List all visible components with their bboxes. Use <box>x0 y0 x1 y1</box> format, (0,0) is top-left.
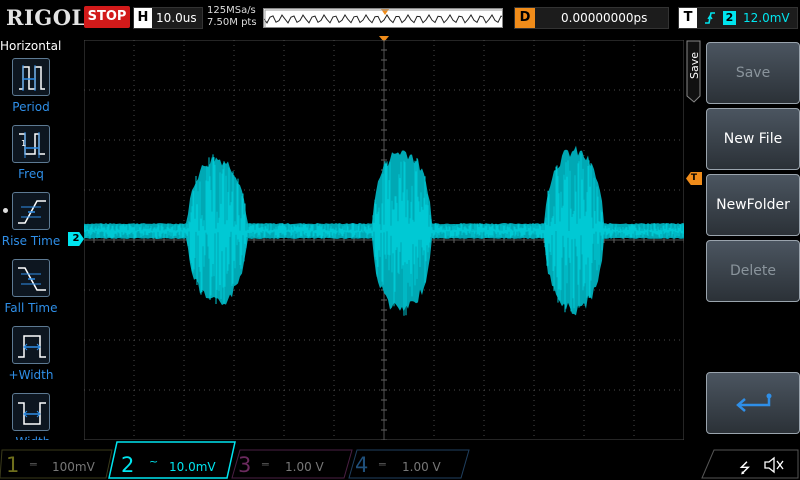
sound-muted-icon[interactable] <box>763 456 785 474</box>
rising-edge-icon <box>705 12 715 24</box>
rise-time-icon <box>12 192 50 230</box>
top-status-bar: RIGOL STOP H 10.0us 125MSa/s 7.50M pts D… <box>0 0 800 36</box>
menu-title-tab: Save <box>686 40 702 103</box>
measure-rise-time[interactable]: Rise Time <box>0 192 62 256</box>
measure-freq[interactable]: 1 Freq <box>0 125 62 189</box>
usb-icon: ⭍ <box>739 461 751 477</box>
menu-title: Save <box>688 52 701 80</box>
pos-width-icon <box>12 326 50 364</box>
acquisition-info: 125MSa/s 7.50M pts <box>207 5 257 29</box>
measure-fall-time-label: Fall Time <box>4 301 58 315</box>
sample-rate: 125MSa/s <box>207 5 256 16</box>
channel-1-scale: 100mV <box>52 460 95 474</box>
trigger-box[interactable]: T 2 12.0mV <box>678 7 798 29</box>
save-menu: Save Save New File NewFolder Delete <box>686 40 800 435</box>
memory-overview-waveform <box>264 9 502 27</box>
selection-dot <box>3 208 8 213</box>
measurement-panel: Horizontal Period 1 Freq Rise Time Fall … <box>0 36 62 454</box>
neg-width-icon <box>12 393 50 431</box>
return-button[interactable] <box>706 372 800 434</box>
trigger-level: 12.0mV <box>743 11 790 25</box>
channel-3-coupling: ═ <box>262 458 269 471</box>
channel-3-box[interactable]: 3 ═ 1.00 V <box>230 440 355 480</box>
new-folder-button[interactable]: NewFolder <box>706 174 800 236</box>
measure-freq-label: Freq <box>18 167 44 181</box>
panel-title: Horizontal <box>0 39 62 53</box>
return-arrow-icon <box>736 393 772 412</box>
horizontal-label: H <box>134 8 152 28</box>
timebase-box[interactable]: H 10.0us <box>133 7 203 29</box>
channel-4-number: 4 <box>355 453 369 477</box>
ch2-offset-marker[interactable]: 2 <box>68 232 84 246</box>
delay-label: D <box>515 8 535 28</box>
channel-1-coupling: ═ <box>30 458 37 471</box>
save-button[interactable]: Save <box>706 42 800 104</box>
channel-1-box[interactable]: 1 ═ 100mV <box>0 440 115 480</box>
channel-3-number: 3 <box>238 453 252 477</box>
channel-bar: 1 ═ 100mV 2 ~ 10.0mV 3 ═ 1.00 V 4 ═ 1.00… <box>0 440 800 480</box>
waveform-grid <box>84 40 684 440</box>
freq-icon: 1 <box>12 125 50 163</box>
measure-pos-width[interactable]: +Width <box>0 326 62 390</box>
channel-4-coupling: ═ <box>379 458 386 471</box>
waveform-display[interactable] <box>84 40 684 440</box>
channel-2-number: 2 <box>121 453 135 477</box>
channel-2-coupling: ~ <box>149 455 159 468</box>
svg-text:1: 1 <box>21 139 26 148</box>
measure-rise-time-label: Rise Time <box>1 234 61 248</box>
memory-depth: 7.50M pts <box>207 17 257 28</box>
fall-time-icon <box>12 259 50 297</box>
trigger-label: T <box>679 8 697 28</box>
trigger-source-badge: 2 <box>723 11 736 25</box>
channel-1-number: 1 <box>6 453 20 477</box>
delay-box[interactable]: D 0.00000000ps <box>514 7 669 29</box>
measure-fall-time[interactable]: Fall Time <box>0 259 62 323</box>
brand-logo: RIGOL <box>6 5 87 30</box>
measure-period[interactable]: Period <box>0 58 62 122</box>
period-icon <box>12 58 50 96</box>
channel-4-box[interactable]: 4 ═ 1.00 V <box>347 440 472 480</box>
measure-period-label: Period <box>12 100 50 114</box>
timebase-value: 10.0us <box>156 11 197 25</box>
channel-3-scale: 1.00 V <box>285 460 324 474</box>
new-file-button[interactable]: New File <box>706 108 800 170</box>
run-stop-indicator[interactable]: STOP <box>84 6 130 28</box>
measure-pos-width-label: +Width <box>8 368 54 382</box>
memory-overview-strip <box>263 8 503 28</box>
channel-4-scale: 1.00 V <box>402 460 441 474</box>
delay-value: 0.00000000ps <box>561 11 648 25</box>
delete-button[interactable]: Delete <box>706 240 800 302</box>
channel-2-box[interactable]: 2 ~ 10.0mV <box>107 440 239 480</box>
channel-2-scale: 10.0mV <box>169 460 216 474</box>
